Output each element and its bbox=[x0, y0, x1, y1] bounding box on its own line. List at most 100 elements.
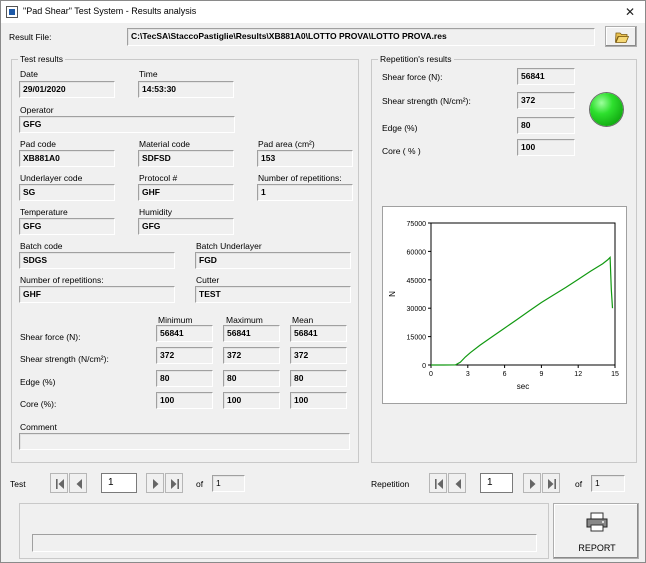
stats-row-label: Edge (%) bbox=[20, 377, 56, 387]
y-tick-label: 45000 bbox=[407, 278, 427, 285]
repetition-prev-button[interactable] bbox=[448, 473, 466, 493]
y-axis-label: N bbox=[388, 291, 397, 297]
report-button[interactable]: REPORT bbox=[553, 503, 639, 559]
repetition-next-button[interactable] bbox=[523, 473, 541, 493]
rep-shear-strength-label: Shear strength (N/cm²): bbox=[382, 96, 471, 106]
browse-button[interactable] bbox=[605, 26, 637, 47]
date-field: 29/01/2020 bbox=[19, 81, 115, 98]
test-next-button[interactable] bbox=[146, 473, 164, 493]
x-tick-label: 12 bbox=[574, 371, 582, 378]
comment-field bbox=[19, 433, 350, 450]
repetitions-count-label: Number of repetitions: bbox=[258, 173, 342, 183]
next-icon bbox=[153, 479, 159, 489]
humidity-label: Humidity bbox=[139, 207, 173, 217]
test-number-input[interactable]: 1 bbox=[101, 473, 137, 493]
test-results-title: Test results bbox=[18, 54, 65, 64]
test-prev-button[interactable] bbox=[69, 473, 87, 493]
y-tick-label: 30000 bbox=[407, 306, 427, 313]
results-analysis-window: "Pad Shear" Test System - Results analys… bbox=[0, 0, 646, 563]
mean-header: Mean bbox=[292, 315, 314, 325]
number-of-repetitions-field: GHF bbox=[19, 286, 175, 303]
temperature-field: GFG bbox=[19, 218, 115, 235]
number-of-repetitions-label: Number of repetitions: bbox=[20, 275, 104, 285]
test-nav-label: Test bbox=[10, 479, 26, 489]
first-icon bbox=[435, 479, 443, 489]
stats-cell: 80 bbox=[290, 370, 347, 387]
progress-bar bbox=[32, 534, 537, 552]
folder-open-icon bbox=[615, 32, 630, 43]
status-indicator bbox=[590, 93, 623, 126]
repetition-number-input[interactable]: 1 bbox=[480, 473, 513, 493]
test-first-button[interactable] bbox=[50, 473, 68, 493]
repetition-last-button[interactable] bbox=[542, 473, 560, 493]
x-tick-label: 0 bbox=[429, 371, 433, 378]
batch-code-field: SDGS bbox=[19, 252, 175, 269]
repetition-results-title: Repetition's results bbox=[378, 54, 454, 64]
x-tick-label: 9 bbox=[539, 371, 543, 378]
title-bar: "Pad Shear" Test System - Results analys… bbox=[1, 1, 645, 23]
minimum-header: Minimum bbox=[158, 315, 193, 325]
time-field: 14:53:30 bbox=[138, 81, 234, 98]
x-tick-label: 6 bbox=[503, 371, 507, 378]
material-code-field: SDFSD bbox=[138, 150, 234, 167]
stats-cell: 56841 bbox=[290, 325, 347, 342]
close-button[interactable]: ✕ bbox=[615, 1, 645, 23]
app-icon bbox=[6, 6, 18, 18]
pad-area-field: 153 bbox=[257, 150, 353, 167]
rep-core-label: Core ( % ) bbox=[382, 146, 421, 156]
previous-icon bbox=[455, 479, 461, 489]
protocol-label: Protocol # bbox=[139, 173, 178, 183]
underlayer-code-field: SG bbox=[19, 184, 115, 201]
stats-row-label: Shear strength (N/cm²): bbox=[20, 354, 109, 364]
repetition-total-field: 1 bbox=[591, 475, 625, 492]
rep-shear-strength-field: 372 bbox=[517, 92, 575, 109]
stats-cell: 100 bbox=[156, 392, 213, 409]
y-tick-label: 0 bbox=[422, 363, 426, 370]
rep-edge-field: 80 bbox=[517, 117, 575, 134]
stats-row-label: Core (%): bbox=[20, 399, 57, 409]
window-title: "Pad Shear" Test System - Results analys… bbox=[23, 6, 197, 16]
date-label: Date bbox=[20, 69, 38, 79]
batch-code-label: Batch code bbox=[20, 241, 63, 251]
humidity-field: GFG bbox=[138, 218, 234, 235]
x-tick-label: 3 bbox=[466, 371, 470, 378]
maximum-header: Maximum bbox=[226, 315, 263, 325]
stats-cell: 100 bbox=[223, 392, 280, 409]
y-tick-label: 60000 bbox=[407, 249, 427, 256]
comment-label: Comment bbox=[20, 422, 57, 432]
force-time-chart: 0 15000 30000 45000 60000 75000 0 3 6 9 12 15 sec N bbox=[382, 206, 627, 404]
stats-cell: 56841 bbox=[223, 325, 280, 342]
repetitions-count-field: 1 bbox=[257, 184, 353, 201]
time-label: Time bbox=[139, 69, 158, 79]
stats-cell: 56841 bbox=[156, 325, 213, 342]
x-tick-label: 15 bbox=[611, 371, 619, 378]
stats-cell: 372 bbox=[290, 347, 347, 364]
test-last-button[interactable] bbox=[165, 473, 183, 493]
previous-icon bbox=[76, 479, 82, 489]
first-icon bbox=[56, 479, 64, 489]
rep-shear-force-label: Shear force (N): bbox=[382, 72, 443, 82]
stats-row-label: Shear force (N): bbox=[20, 332, 81, 342]
last-icon bbox=[548, 479, 556, 489]
status-panel bbox=[19, 503, 549, 559]
pad-code-field: XB881A0 bbox=[19, 150, 115, 167]
repetition-first-button[interactable] bbox=[429, 473, 447, 493]
stats-cell: 372 bbox=[223, 347, 280, 364]
plot-area bbox=[430, 222, 616, 366]
test-of-label: of bbox=[196, 479, 204, 489]
y-tick-label: 15000 bbox=[407, 335, 427, 342]
stats-cell: 80 bbox=[156, 370, 213, 387]
underlayer-code-label: Underlayer code bbox=[20, 173, 83, 183]
repetition-nav-label: Repetition bbox=[371, 479, 410, 489]
last-icon bbox=[171, 479, 179, 489]
rep-edge-label: Edge (%) bbox=[382, 123, 418, 133]
report-label: REPORT bbox=[578, 543, 616, 553]
y-tick-label: 75000 bbox=[407, 221, 427, 228]
chart-svg: 0 15000 30000 45000 60000 75000 0 3 6 9 12 15 sec N bbox=[388, 221, 619, 391]
result-file-field[interactable]: C:\TecSA\StaccoPastiglie\Results\XB881A0… bbox=[127, 28, 595, 46]
operator-field: GFG bbox=[19, 116, 235, 133]
material-code-label: Material code bbox=[139, 139, 191, 149]
repetition-of-label: of bbox=[575, 479, 583, 489]
pad-code-label: Pad code bbox=[20, 139, 56, 149]
temperature-label: Temperature bbox=[20, 207, 68, 217]
